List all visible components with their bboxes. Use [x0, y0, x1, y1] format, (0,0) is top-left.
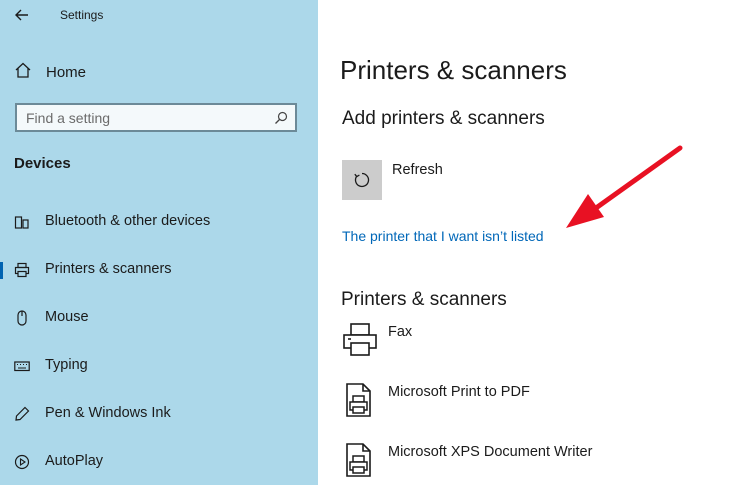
printer-item-pdf[interactable]: Microsoft Print to PDF	[342, 382, 722, 422]
refresh-button[interactable]	[342, 160, 382, 200]
sidebar-item-label: Pen & Windows Ink	[45, 405, 171, 421]
add-printers-heading: Add printers & scanners	[342, 108, 545, 129]
sidebar-item-label: Typing	[45, 357, 88, 373]
printer-name: Fax	[388, 324, 413, 340]
fax-printer-icon	[342, 322, 378, 358]
printer-item-xps[interactable]: Microsoft XPS Document Writer	[342, 442, 722, 482]
document-printer-icon	[342, 442, 378, 478]
search-input[interactable]: Find a setting	[15, 103, 297, 132]
window-title: Settings	[60, 8, 104, 22]
refresh-icon	[354, 172, 370, 188]
sidebar-item-label: AutoPlay	[45, 453, 104, 469]
home-link[interactable]: Home	[14, 61, 86, 83]
document-printer-icon	[342, 382, 378, 418]
home-icon	[14, 61, 32, 84]
keyboard-icon	[14, 358, 30, 374]
sidebar-item-label: Mouse	[45, 309, 89, 325]
printers-list-heading: Printers & scanners	[341, 289, 507, 310]
printer-name: Microsoft XPS Document Writer	[388, 444, 593, 460]
search-placeholder: Find a setting	[26, 110, 111, 126]
home-label: Home	[46, 63, 87, 81]
sidebar-item-label: Bluetooth & other devices	[45, 213, 211, 229]
pen-icon	[14, 406, 30, 422]
printer-item-fax[interactable]: Fax	[342, 322, 722, 362]
back-arrow-icon[interactable]	[12, 5, 32, 25]
sidebar: Settings Home Find a setting Devices Blu…	[0, 0, 318, 485]
selection-indicator	[0, 262, 3, 279]
autoplay-icon	[14, 454, 30, 470]
printer-icon	[14, 262, 30, 278]
sidebar-item-printers[interactable]: Printers & scanners	[0, 255, 318, 285]
page-title: Printers & scanners	[340, 55, 567, 85]
sidebar-item-mouse[interactable]: Mouse	[0, 303, 318, 333]
printer-name: Microsoft Print to PDF	[388, 384, 530, 400]
sidebar-item-typing[interactable]: Typing	[0, 351, 318, 381]
sidebar-item-pen[interactable]: Pen & Windows Ink	[0, 399, 318, 429]
sidebar-item-label: Printers & scanners	[45, 261, 172, 277]
search-icon[interactable]	[274, 111, 288, 125]
mouse-icon	[14, 310, 30, 326]
section-heading: Devices	[14, 155, 71, 172]
printer-not-listed-link[interactable]: The printer that I want isn’t listed	[342, 228, 544, 244]
refresh-label[interactable]: Refresh	[392, 162, 443, 178]
sidebar-item-autoplay[interactable]: AutoPlay	[0, 447, 318, 477]
bluetooth-devices-icon	[14, 214, 30, 230]
sidebar-item-bluetooth[interactable]: Bluetooth & other devices	[0, 207, 318, 237]
